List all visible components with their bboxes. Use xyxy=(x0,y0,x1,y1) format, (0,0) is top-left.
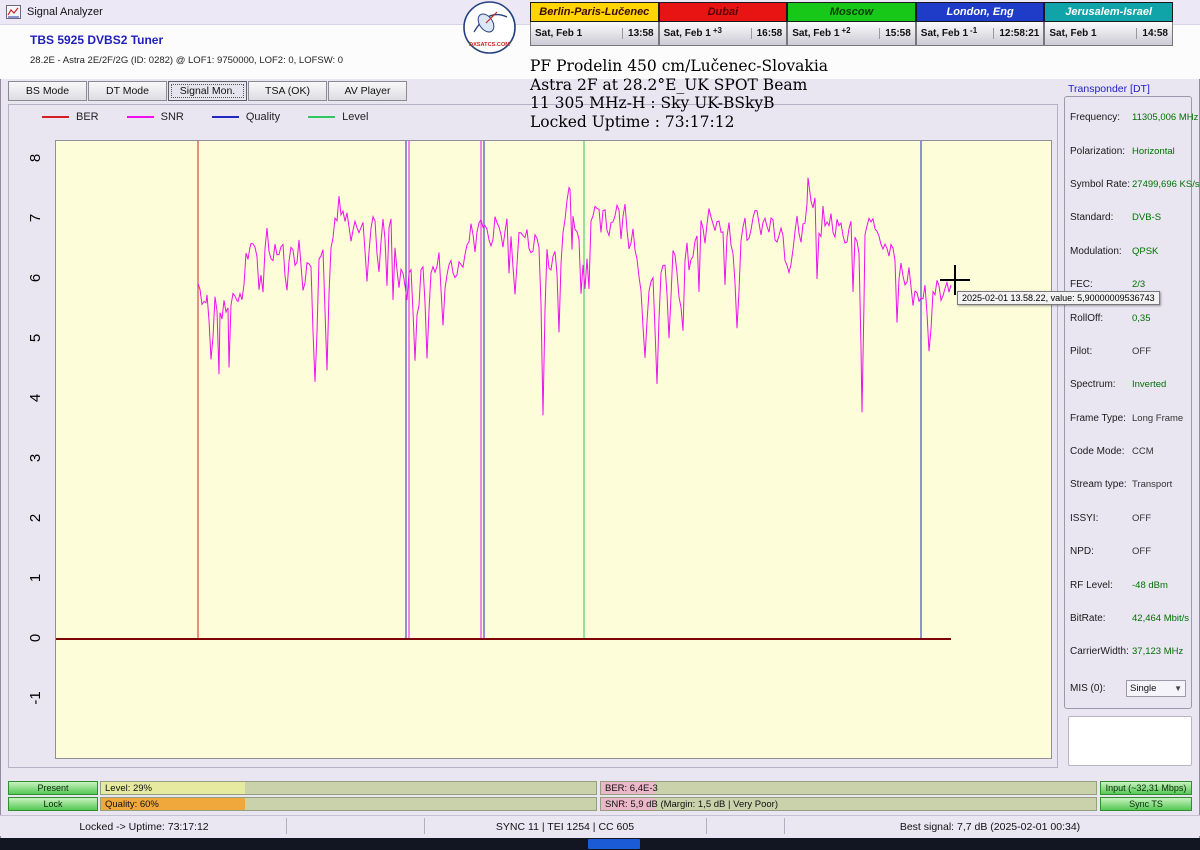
legend-label-ber: BER xyxy=(76,111,99,123)
clock-time: 16:58 xyxy=(750,28,782,39)
snr-trace xyxy=(197,177,952,416)
level-progress-label: Level: 29% xyxy=(105,783,153,794)
tp-row-carrier-width: CarrierWidth: 37,123 MHz xyxy=(1070,646,1184,658)
tab-bs-mode[interactable]: BS Mode xyxy=(8,81,87,101)
tuner-title: TBS 5925 DVBS2 Tuner xyxy=(30,33,164,47)
clock-utc-offset: +2 xyxy=(841,26,851,35)
present-badge: Present xyxy=(8,781,98,795)
transponder-panel-title: Transponder [DT] xyxy=(1068,83,1150,95)
clock-dubai: Dubai Sat, Feb 1 +3 16:58 xyxy=(658,2,788,48)
clock-city-label: Jerusalem-Israel xyxy=(1044,2,1173,22)
clock-city-label: Berlin-Paris-Lučenec xyxy=(530,2,659,22)
tp-row-rf-level: RF Level: -48 dBm xyxy=(1070,579,1168,591)
lock-badge: Lock xyxy=(8,797,98,811)
clock-jerusalem: Jerusalem-Israel Sat, Feb 1 14:58 xyxy=(1044,2,1173,48)
quality-legend-swatch xyxy=(211,116,239,118)
tab-signal-mon[interactable]: Signal Mon. xyxy=(168,81,247,101)
clock-city-label: Moscow xyxy=(787,2,916,22)
clock-date: Sat, Feb 1 xyxy=(920,28,969,39)
app-icon xyxy=(6,5,21,19)
tuner-subtitle: 28.2E - Astra 2E/2F/2G (ID: 0282) @ LOF1… xyxy=(30,55,344,66)
data-point-tooltip: 2025-02-01 13.58.22, value: 5,9000000953… xyxy=(957,291,1160,305)
tab-av-player[interactable]: AV Player xyxy=(328,81,407,101)
quality-progress-bar: Quality: 60% xyxy=(100,797,597,811)
legend-label-snr: SNR xyxy=(160,111,184,123)
annotation-line: Locked Uptime : 73:17:12 xyxy=(530,112,735,131)
clock-time: 12:58:21 xyxy=(993,28,1039,39)
snr-legend-swatch xyxy=(126,116,154,118)
tab-tsa[interactable]: TSA (OK) xyxy=(248,81,327,101)
taskbar-app-icon[interactable] xyxy=(588,839,640,849)
tp-row-rolloff: RollOff: 0,35 xyxy=(1070,312,1151,324)
clock-london: London, Eng Sat, Feb 1 -1 12:58:21 xyxy=(915,2,1045,48)
snr-progress-label: SNR: 5,9 dB (Margin: 1,5 dB | Very Poor) xyxy=(605,799,779,810)
clock-date: Sat, Feb 1 xyxy=(1049,28,1097,39)
mis-label: MIS (0): xyxy=(1070,683,1106,695)
status-sync-counters: SYNC 11 | TEI 1254 | CC 605 xyxy=(495,820,635,833)
clock-city-label: London, Eng xyxy=(915,2,1045,22)
input-rate-badge: Input (~32,31 Mbps) xyxy=(1100,781,1192,795)
svg-text:DXSATCS.COM: DXSATCS.COM xyxy=(469,42,510,48)
level-legend-swatch xyxy=(308,116,336,118)
clock-date: Sat, Feb 1 xyxy=(792,28,840,39)
level-progress-bar: Level: 29% xyxy=(100,781,597,795)
tab-dt-mode[interactable]: DT Mode xyxy=(88,81,167,101)
chart-legend: BER SNR Quality Level xyxy=(42,111,396,123)
mis-selected-value: Single xyxy=(1130,683,1157,695)
window-title: Signal Analyzer xyxy=(27,6,103,18)
tp-row-issyi: ISSYI: OFF xyxy=(1070,512,1151,524)
status-bar: Locked -> Uptime: 73:17:12 SYNC 11 | TEI… xyxy=(0,815,1200,836)
tp-row-mis: MIS (0): Single ▼ xyxy=(1065,675,1191,703)
sync-ts-badge: Sync TS xyxy=(1100,797,1192,811)
annotation-block: PF Prodelin 450 cm/Lučenec-Slovakia Astr… xyxy=(530,57,828,131)
tp-row-spectrum: Spectrum: Inverted xyxy=(1070,379,1167,391)
clock-date: Sat, Feb 1 xyxy=(663,28,711,39)
signal-plot-area[interactable] xyxy=(55,140,1052,759)
tp-row-frequency: Frequency: 11305,006 MHz xyxy=(1070,112,1199,124)
tp-row-symbol-rate: Symbol Rate: 27499,696 KS/s xyxy=(1070,178,1200,190)
transponder-panel: Frequency: 11305,006 MHz Polarization: Hor… xyxy=(1064,96,1200,709)
ber-progress-bar: BER: 6,4E-3 xyxy=(600,781,1097,795)
empty-info-box xyxy=(1068,716,1192,766)
legend-label-level: Level xyxy=(342,111,369,123)
chevron-down-icon: ▼ xyxy=(1174,684,1182,694)
ber-progress-label: BER: 6,4E-3 xyxy=(605,783,658,794)
tp-row-npd: NPD: OFF xyxy=(1070,546,1151,558)
clock-time: 15:58 xyxy=(879,28,911,39)
clock-time: 14:58 xyxy=(1136,28,1168,39)
snr-progress-bar: SNR: 5,9 dB (Margin: 1,5 dB | Very Poor) xyxy=(600,797,1097,811)
tp-row-modulation: Modulation: QPSK xyxy=(1070,245,1159,257)
tp-row-pilot: Pilot: OFF xyxy=(1070,345,1151,357)
clock-date: Sat, Feb 1 xyxy=(535,28,583,39)
status-lock-uptime: Locked -> Uptime: 73:17:12 xyxy=(79,820,209,833)
tp-row-frame-type: Frame Type: Long Frame xyxy=(1070,412,1184,424)
clock-berlin: Berlin-Paris-Lučenec Sat, Feb 1 13:58 xyxy=(530,2,659,48)
clock-time: 13:58 xyxy=(622,28,654,39)
annotation-line: 11 305 MHz-H : Sky UK-BSkyB xyxy=(530,94,775,112)
clock-utc-offset: +3 xyxy=(712,26,722,35)
clock-moscow: Moscow Sat, Feb 1 +2 15:58 xyxy=(787,2,916,48)
status-best-signal: Best signal: 7,7 dB (2025-02-01 00:34) xyxy=(899,820,1081,833)
signal-plot-svg xyxy=(56,141,952,640)
tp-row-standard: Standard: DVB-S xyxy=(1070,212,1162,224)
annotation-line: Astra 2F at 28.2°E_UK SPOT Beam xyxy=(530,75,808,94)
tp-row-bitrate: BitRate: 42,464 Mbit/s xyxy=(1070,613,1190,625)
annotation-line: PF Prodelin 450 cm/Lučenec-Slovakia xyxy=(530,57,829,75)
quality-progress-label: Quality: 60% xyxy=(105,799,159,810)
mis-dropdown[interactable]: Single ▼ xyxy=(1126,680,1186,698)
clock-city-label: Dubai xyxy=(658,2,788,22)
dxsatcs-logo: DXSATCS.COM xyxy=(462,0,517,55)
legend-label-quality: Quality xyxy=(245,111,281,123)
ber-legend-swatch xyxy=(42,116,69,118)
world-clocks: Berlin-Paris-Lučenec Sat, Feb 1 13:58 Dub… xyxy=(530,2,1173,48)
tp-row-polarization: Polarization: Horizontal xyxy=(1070,145,1175,157)
tp-row-code-mode: Code Mode: CCM xyxy=(1070,446,1154,458)
tp-row-stream-type: Stream type: Transport xyxy=(1070,479,1173,491)
crosshair-icon xyxy=(954,265,956,295)
clock-utc-offset: -1 xyxy=(970,26,978,35)
